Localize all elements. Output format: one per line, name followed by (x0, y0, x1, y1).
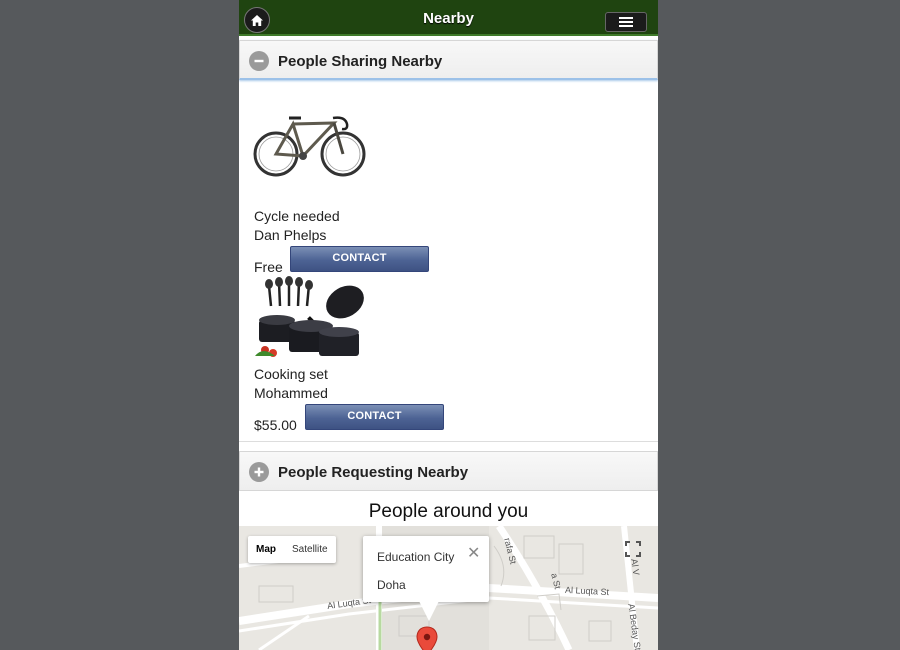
item-owner: Dan Phelps (254, 227, 327, 243)
item-price: Free (254, 259, 283, 275)
fullscreen-button[interactable] (623, 539, 643, 559)
item-price: $55.00 (254, 417, 297, 433)
minus-icon (249, 51, 269, 71)
mobile-page: Nearby People Sharing Nearby Cycle neede… (239, 0, 658, 650)
item-owner: Mohammed (254, 385, 328, 401)
cookware-image (253, 276, 368, 365)
map-button[interactable]: Map (248, 536, 284, 563)
item-title: Cooking set (254, 366, 328, 382)
fullscreen-icon (625, 541, 641, 557)
requesting-title: People Requesting Nearby (278, 464, 469, 481)
satellite-button[interactable]: Satellite (284, 536, 336, 563)
menu-button[interactable] (605, 12, 647, 32)
info-place-name: Education City (377, 550, 455, 564)
map-view[interactable]: Al Luqta St Al Luqta St Al Beday St Al V… (239, 526, 658, 650)
contact-button[interactable]: CONTACT (290, 246, 429, 272)
map-pin-icon[interactable] (416, 626, 438, 650)
sharing-collapsible-header[interactable]: People Sharing Nearby (239, 40, 658, 80)
close-icon[interactable]: ✕ (467, 546, 480, 562)
menu-icon (619, 17, 633, 27)
page-title: Nearby (423, 10, 474, 27)
header-bar: Nearby (239, 0, 658, 36)
info-window-pointer (419, 601, 439, 621)
plus-icon (249, 462, 269, 482)
info-city-name: Doha (377, 578, 406, 592)
contact-button[interactable]: CONTACT (305, 404, 444, 430)
divider (239, 441, 658, 442)
map-info-window: Education City Doha ✕ (363, 536, 489, 602)
map-section-title: People around you (368, 501, 529, 522)
sharing-title: People Sharing Nearby (278, 53, 443, 70)
map-type-control: Map Satellite (248, 536, 336, 563)
item-title: Cycle needed (254, 208, 340, 224)
requesting-collapsible-header[interactable]: People Requesting Nearby (239, 451, 658, 491)
street-label: Al V (629, 558, 642, 576)
bicycle-image (253, 110, 368, 187)
